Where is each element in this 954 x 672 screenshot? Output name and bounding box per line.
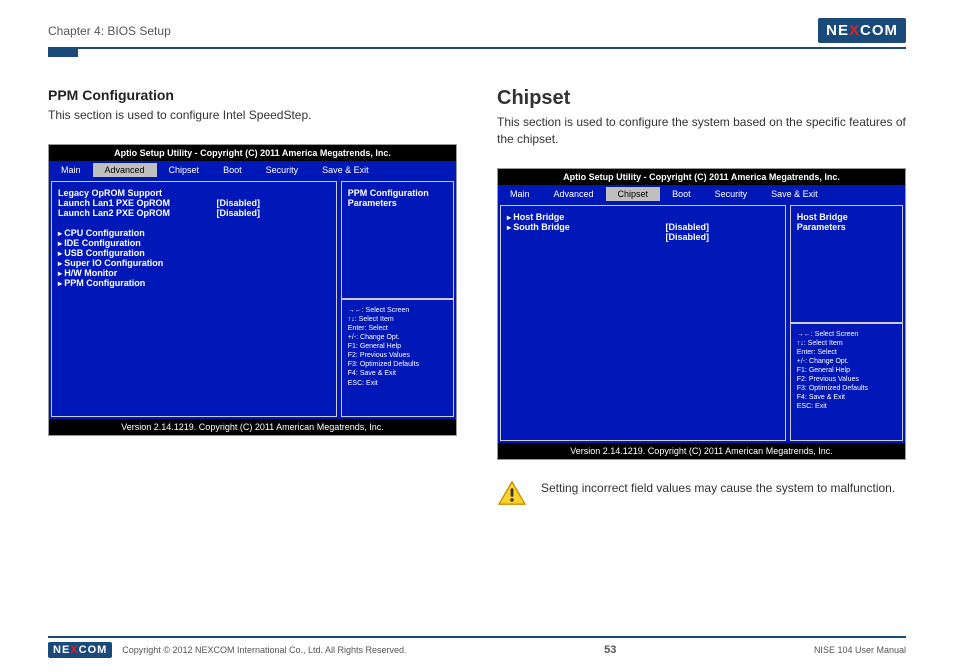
ide-config-item: IDE Configuration [58,238,330,248]
ppm-heading: PPM Configuration [48,87,457,103]
help-line: ↑↓: Select Item [797,339,896,348]
bios-tab-main: Main [49,163,93,177]
bios-title: Aptio Setup Utility - Copyright (C) 2011… [498,169,905,185]
bios-title: Aptio Setup Utility - Copyright (C) 2011… [49,145,456,161]
help-line: ESC: Exit [797,402,896,411]
help-line: F2: Previous Values [348,351,447,360]
lan2-label: Launch Lan2 PXE OpROM [58,208,217,218]
bios-help-keys: →←: Select Screen↑↓: Select ItemEnter: S… [790,323,903,441]
chapter-title: Chapter 4: BIOS Setup [48,24,171,38]
ppm-help-title: PPM Configuration Parameters [348,188,429,208]
bios-tab-save-exit: Save & Exit [759,187,830,201]
lan1-value: [Disabled] [217,198,330,208]
help-line: F1: General Help [348,342,447,351]
ppm-desc: This section is used to configure Intel … [48,107,457,124]
brand-logo: NEXCOM [818,18,906,43]
bios-help-keys: →←: Select Screen↑↓: Select ItemEnter: S… [341,299,454,417]
manual-name: NISE 104 User Manual [814,645,906,655]
bios-tab-save-exit: Save & Exit [310,163,381,177]
bios-tab-chipset: Chipset [157,163,212,177]
bios-tabs: MainAdvancedChipsetBootSecuritySave & Ex… [49,161,456,179]
page-number: 53 [604,644,616,656]
bios-tab-boot: Boot [211,163,254,177]
help-line: F4: Save & Exit [348,369,447,378]
chipset-heading: Chipset [497,87,906,110]
bios-tab-advanced: Advanced [93,163,157,177]
help-line: Enter: Select [348,324,447,333]
south-bridge-val2: [Disabled] [666,232,779,242]
bios-version: Version 2.14.1219. Copyright (C) 2011 Am… [49,419,456,435]
cpu-config-item: CPU Configuration [58,228,330,238]
warning-text: Setting incorrect field values may cause… [541,480,895,497]
ppm-config-item: PPM Configuration [58,278,330,288]
bios-tab-boot: Boot [660,187,703,201]
help-line: →←: Select Screen [797,330,896,339]
bios-tab-advanced: Advanced [542,187,606,201]
lan2-value: [Disabled] [217,208,330,218]
help-line: F1: General Help [797,366,896,375]
bios-tab-main: Main [498,187,542,201]
bios-tabs: MainAdvancedChipsetBootSecuritySave & Ex… [498,185,905,203]
bios-tab-security: Security [703,187,760,201]
lan1-label: Launch Lan1 PXE OpROM [58,198,217,208]
bios-version: Version 2.14.1219. Copyright (C) 2011 Am… [498,443,905,459]
host-bridge-item: Host Bridge [507,212,666,222]
usb-config-item: USB Configuration [58,248,330,258]
bios-screenshot-ppm: Aptio Setup Utility - Copyright (C) 2011… [48,144,457,436]
warning-icon [497,480,527,506]
bios-screenshot-chipset: Aptio Setup Utility - Copyright (C) 2011… [497,168,906,460]
help-line: F2: Previous Values [797,375,896,384]
help-line: Enter: Select [797,348,896,357]
help-line: +/-: Change Opt. [797,357,896,366]
bios-tab-chipset: Chipset [606,187,661,201]
superio-config-item: Super IO Configuration [58,258,330,268]
header-tab-decoration [48,47,78,57]
help-line: ↑↓: Select Item [348,315,447,324]
chipset-help-title: Host Bridge Parameters [797,212,848,232]
hw-monitor-item: H/W Monitor [58,268,330,278]
chipset-desc: This section is used to configure the sy… [497,114,906,148]
help-line: →←: Select Screen [348,306,447,315]
help-line: F3: Optimized Defaults [348,360,447,369]
south-bridge-item: South Bridge [507,222,666,232]
help-line: F4: Save & Exit [797,393,896,402]
legacy-oprom-header: Legacy OpROM Support [58,188,330,198]
help-line: ESC: Exit [348,379,447,388]
bios-tab-security: Security [254,163,311,177]
footer-logo: NEXCOM [48,642,112,658]
south-bridge-val1: [Disabled] [666,222,779,232]
help-line: F3: Optimized Defaults [797,384,896,393]
copyright-text: Copyright © 2012 NEXCOM International Co… [122,645,406,655]
help-line: +/-: Change Opt. [348,333,447,342]
